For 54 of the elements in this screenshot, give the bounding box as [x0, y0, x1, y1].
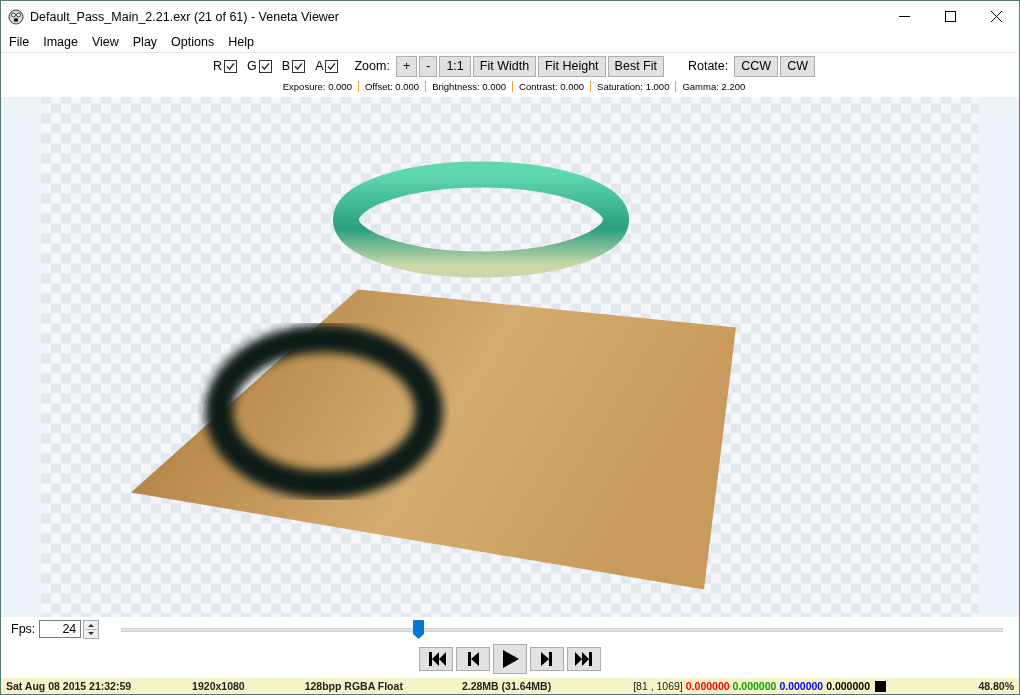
- zoom-button[interactable]: -: [419, 55, 438, 77]
- menu-item[interactable]: Image: [36, 35, 85, 49]
- adjustment-readout: Exposure: 0.000: [281, 80, 353, 92]
- fps-field[interactable]: 24: [39, 620, 82, 638]
- checkbox[interactable]: [325, 59, 339, 73]
- channel-value: 0.000000: [826, 680, 870, 692]
- resolution-text: 1920x1080: [192, 680, 245, 692]
- checkbox[interactable]: [224, 59, 238, 73]
- spinner-icon[interactable]: [83, 619, 100, 639]
- pixel-coordinates: [81 , 1069]: [633, 680, 683, 692]
- menu-item[interactable]: File: [2, 35, 37, 49]
- date-text: Sat Aug 08 2015 21:32:59: [6, 680, 132, 692]
- adjustment-readout: Contrast: 0.000: [512, 80, 591, 92]
- rotate-button[interactable]: CCW: [734, 55, 779, 77]
- slider-thumb[interactable]: [412, 619, 424, 639]
- channel-label: B: [281, 59, 291, 73]
- channel-value: 0.000000: [779, 680, 824, 692]
- channel-label: R: [213, 59, 223, 73]
- channel-value: 0.000000: [732, 680, 777, 692]
- adjustment-readout: Offset: 0.000: [357, 80, 426, 92]
- close-icon[interactable]: [990, 11, 1002, 22]
- menu-item[interactable]: View: [84, 35, 126, 49]
- maximize-icon[interactable]: [944, 11, 956, 22]
- menu-item[interactable]: Play: [125, 35, 165, 49]
- rotate-button[interactable]: CW: [780, 55, 815, 77]
- adjustment-readout: Gamma: 2.200: [675, 80, 752, 92]
- format-text: 128bpp RGBA Float: [304, 680, 403, 692]
- transport-button[interactable]: [493, 644, 527, 674]
- zoom-button[interactable]: Fit Height: [538, 55, 606, 77]
- transport-button[interactable]: [530, 647, 564, 671]
- channel-value: 0.000000: [685, 680, 730, 692]
- zoom-button[interactable]: 1:1: [439, 55, 471, 77]
- rotate-label: Rotate:: [687, 59, 729, 73]
- app-icon: [8, 8, 24, 25]
- transport-button[interactable]: [419, 647, 453, 671]
- menu-item[interactable]: Options: [164, 35, 222, 49]
- zoom-button[interactable]: Best Fit: [607, 55, 664, 77]
- menu-item[interactable]: Help: [221, 35, 261, 49]
- zoom-button[interactable]: Fit Width: [472, 55, 537, 77]
- checkbox[interactable]: [258, 59, 272, 73]
- window-title: Default_Pass_Main_2.21.exr (21 of 61) - Veneta Viewer: [30, 9, 340, 24]
- skip-to-end-icon: [573, 649, 595, 669]
- adjustment-readout: Brightness: 0.000: [425, 80, 513, 92]
- fps-label: Fps:: [11, 622, 36, 636]
- file-size-text: 2.28MB (31.64MB): [461, 680, 552, 692]
- adjustment-readout: Saturation: 1.000: [590, 80, 676, 92]
- zoom-label: Zoom:: [354, 59, 390, 73]
- channel-label: G: [247, 59, 257, 73]
- zoom-percent: 48.80%: [978, 680, 1014, 692]
- transport-button[interactable]: [567, 647, 601, 671]
- checkbox[interactable]: [292, 59, 306, 73]
- transport-button[interactable]: [456, 647, 490, 671]
- zoom-button[interactable]: +: [395, 55, 418, 77]
- channel-label: A: [315, 59, 324, 73]
